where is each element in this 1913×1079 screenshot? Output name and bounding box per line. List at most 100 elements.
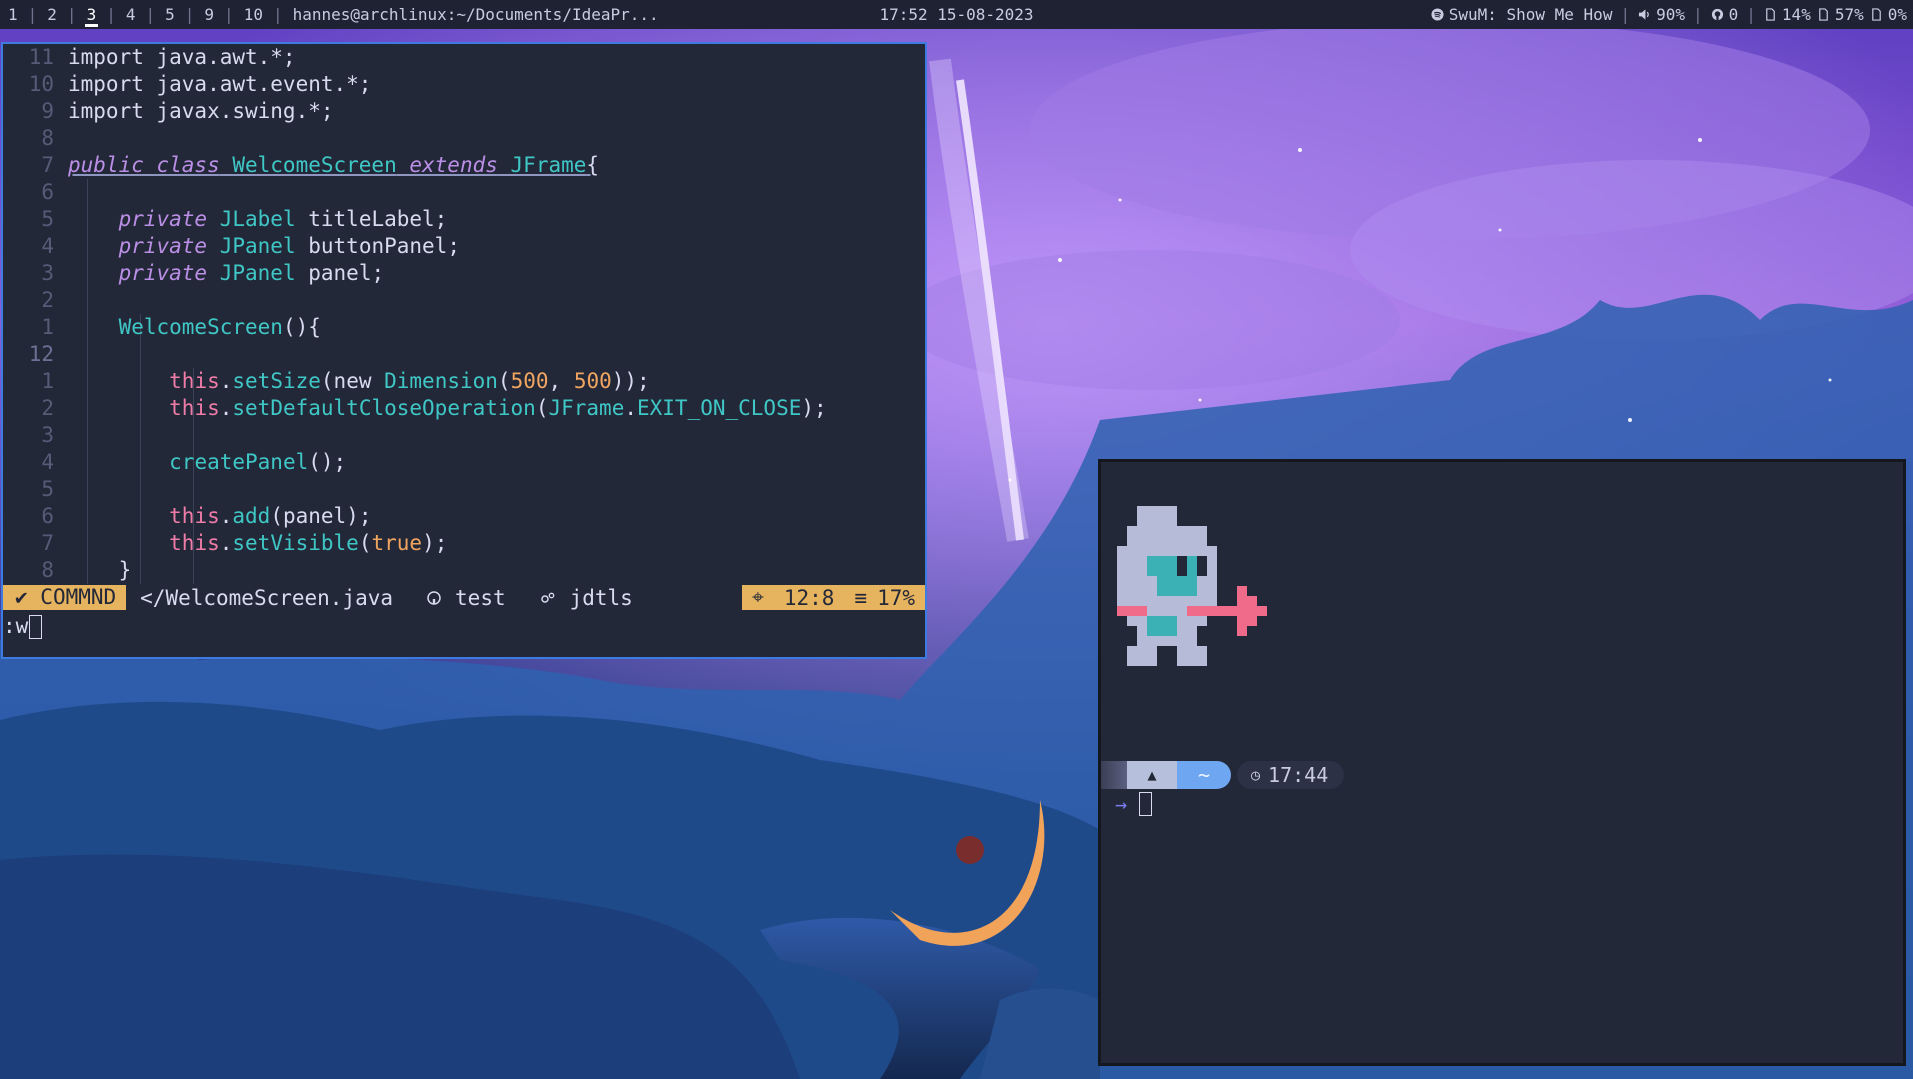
statusline: ✔ COMMND </WelcomeScreen.java test jdtls… [3,585,925,610]
command-line[interactable]: :w [3,613,43,640]
cursor-position: 12:8 [783,585,835,610]
scroll-percent: 17% [877,585,915,610]
volume-module[interactable]: 90% [1638,5,1685,24]
line-number: 4 [41,450,54,474]
spotify-icon [1431,8,1444,21]
top-status-bar: 1 | 2 | 3 | 4 | 5 | 9 | 10 | hannes@archlinux:~/Docu… [0,0,1913,29]
code-line[interactable]: 6 this.add(panel); [3,503,925,530]
check-icon: ✔ [15,585,41,609]
pixel-knight-sprite [1117,506,1267,666]
separator: | [1746,5,1756,24]
spotify-module[interactable]: SwuM: Show Me How [1431,5,1613,24]
code-line[interactable]: 3 private JPanel panel; [3,260,925,287]
line-number: 1 [41,369,54,393]
workspace-9[interactable]: 9 [196,0,222,29]
line-text: this.add(panel); [169,504,372,528]
line-number: 6 [41,180,54,204]
code-line[interactable]: 2 [3,287,925,314]
line-number: 5 [41,477,54,501]
status-modules: SwuM: Show Me How | 90% | 0 | 14% 57% 0% [1431,0,1907,29]
input-line[interactable]: → [1115,792,1153,816]
disk-module-2: 57% [1817,5,1864,24]
line-text: private JLabel titleLabel; [118,207,448,231]
spotify-track: SwuM: Show Me How [1448,5,1613,24]
code-line[interactable]: 2 this.setDefaultCloseOperation(JFrame.E… [3,395,925,422]
line-text: import java.awt.event.*; [68,72,372,96]
line-text: this.setSize(new Dimension(500, 500)); [169,369,650,393]
speaker-icon [1639,9,1649,20]
line-text: this.setVisible(true); [169,531,448,555]
github-module[interactable]: 0 [1711,5,1738,24]
line-number: 10 [28,72,54,96]
line-number: 12 [28,342,54,366]
disk-usage-3: 0% [1887,5,1907,24]
code-line[interactable]: 1 WelcomeScreen(){ [3,314,925,341]
line-text: import javax.swing.*; [68,99,334,123]
crosshair-icon: ⌖ [752,585,764,609]
file-icon [1819,8,1828,21]
workspace-1[interactable]: 1 [0,0,26,29]
code-line[interactable]: 8 } [3,557,925,584]
workspace-2[interactable]: 2 [39,0,65,29]
code-line[interactable]: 7 this.setVisible(true); [3,530,925,557]
line-number: 11 [28,45,54,69]
line-number: 5 [41,207,54,231]
line-number: 1 [41,315,54,339]
line-number: 7 [41,153,54,177]
code-line[interactable]: 9 import javax.swing.*; [3,98,925,125]
command-text: :w [3,614,29,638]
separator: | [272,5,283,24]
line-text: private JPanel panel; [118,261,385,285]
code-line[interactable]: 5 private JLabel titleLabel; [3,206,925,233]
code-line[interactable]: 5 [3,476,925,503]
workspace-10[interactable]: 10 [236,0,271,29]
disk-usage-1: 14% [1781,5,1811,24]
separator: | [224,5,234,24]
code-line[interactable]: 3 [3,422,925,449]
workspace-3[interactable]: 3 [79,0,105,29]
workspace-4[interactable]: 4 [118,0,144,29]
line-text: public class WelcomeScreen extends JFram… [68,153,600,177]
git-branch-segment: test [393,586,506,610]
code-line[interactable]: 4 createPanel(); [3,449,925,476]
text-cursor [1139,792,1153,816]
file-name: </WelcomeScreen.java [140,585,394,610]
neovim-window[interactable]: 11 import java.awt.*; 10 import java.awt.ev… [1,42,927,659]
code-buffer[interactable]: 11 import java.awt.*; 10 import java.awt.ev… [3,44,925,584]
git-branch: test [455,585,506,610]
prompt-time-segment: ◷ 17:44 [1237,761,1345,789]
github-icon [427,590,441,605]
prompt-arrow: → [1115,792,1128,816]
code-line[interactable]: 1 this.setSize(new Dimension(500, 500)); [3,368,925,395]
file-icon [1766,8,1775,21]
line-text: createPanel(); [169,450,347,474]
mode-label: COMMND [40,585,117,609]
terminal-window[interactable]: ▲ ~ ◷ 17:44 → [1098,459,1906,1066]
prompt-time: 17:44 [1268,763,1329,787]
line-text: } [68,558,132,582]
shell-prompt: ▲ ~ ◷ 17:44 [1101,761,1345,789]
separator: | [145,5,156,24]
code-line[interactable]: 12 [3,341,925,368]
file-icon [1871,8,1881,21]
workspace-5[interactable]: 5 [157,0,183,29]
line-number: 3 [41,261,54,285]
line-number: 9 [41,99,54,123]
separator: | [106,5,116,24]
code-line[interactable]: 8 [3,125,925,152]
code-line[interactable]: 7 public class WelcomeScreen extends JFra… [3,152,925,179]
line-number: 3 [41,423,54,447]
code-line[interactable]: 10 import java.awt.event.*; [3,71,925,98]
line-number: 8 [41,558,54,582]
code-line[interactable]: 11 import java.awt.*; [3,44,925,71]
gears-icon [540,592,554,603]
separator: | [27,5,38,24]
code-line[interactable]: 4 private JPanel buttonPanel; [3,233,925,260]
volume-value: 90% [1656,5,1685,24]
line-text: private JPanel buttonPanel; [118,234,460,258]
mode-indicator: ✔ COMMND [3,585,127,610]
line-number: 7 [41,531,54,555]
clock-icon: ◷ [1251,766,1261,784]
line-text: import java.awt.*; [68,45,296,69]
code-line[interactable]: 6 [3,179,925,206]
